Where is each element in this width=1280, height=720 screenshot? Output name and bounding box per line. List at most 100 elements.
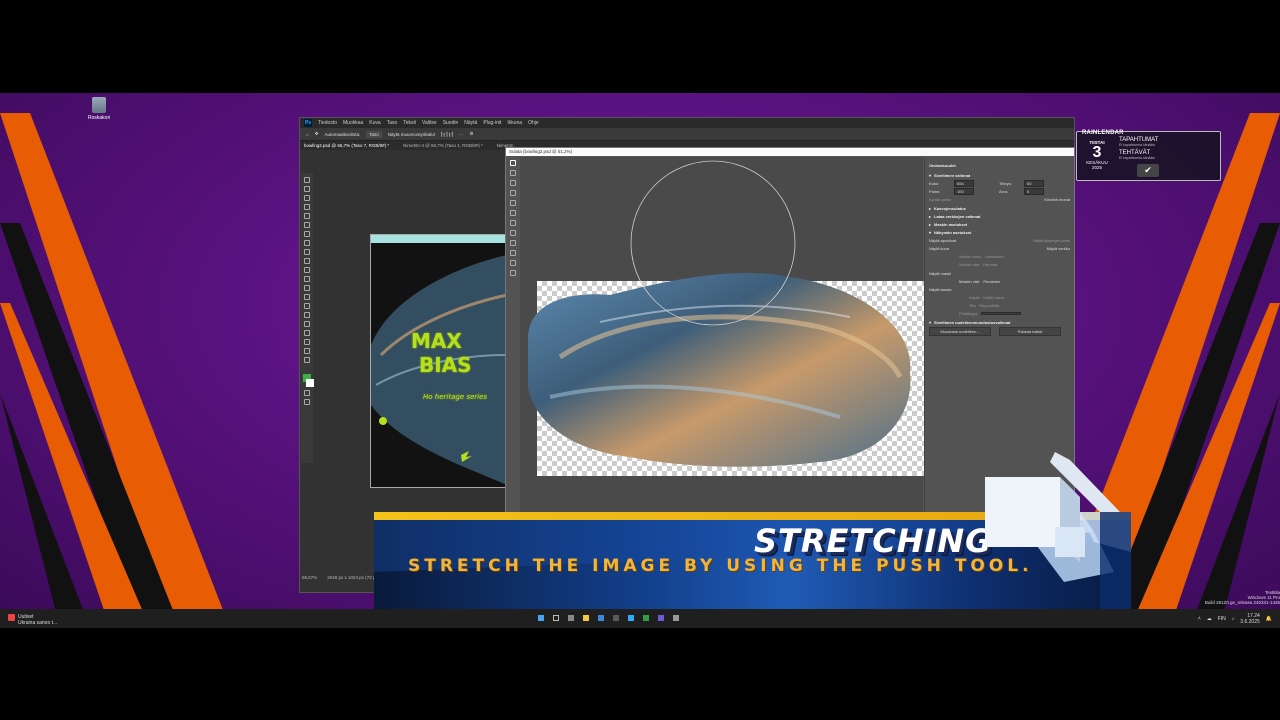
chevron-down-icon[interactable]: ▾: [929, 230, 931, 235]
show-image-checkbox[interactable]: Näytä kuva: [929, 246, 949, 251]
menu-item[interactable]: Ikkuna: [507, 120, 522, 126]
push-left-tool-icon[interactable]: [510, 220, 516, 226]
menu-item[interactable]: Ohje: [528, 120, 539, 126]
browser-icon[interactable]: [598, 615, 604, 621]
menu-item[interactable]: Suodin: [443, 120, 459, 126]
section-load-mesh[interactable]: Lataa verkkojen valinnat: [934, 214, 980, 219]
mesh-color-select[interactable]: Harmaa: [983, 262, 997, 267]
show-face-overlay-checkbox[interactable]: Näytä kasvojen peite: [1033, 238, 1070, 243]
home-icon[interactable]: ⌂: [306, 132, 309, 137]
section-view[interactable]: Näkymän asetukset: [934, 230, 971, 235]
move-tool-icon[interactable]: [304, 177, 310, 183]
freeze-mask-tool-icon[interactable]: [510, 230, 516, 236]
crop-tool-icon[interactable]: [304, 213, 310, 219]
mode-select[interactable]: Etupuolella: [979, 303, 999, 308]
quick-select-tool-icon[interactable]: [304, 204, 310, 210]
lasso-tool-icon[interactable]: [304, 195, 310, 201]
pin-edges-checkbox[interactable]: Kiinnitä reunat: [1044, 197, 1070, 202]
layer-select-dropdown[interactable]: Taso: [366, 130, 382, 138]
speaker-icon[interactable]: ♪: [1232, 616, 1235, 622]
calendar-date[interactable]: TIISTAI 3 KESÄKUU 2025: [1083, 140, 1111, 170]
gradient-tool-icon[interactable]: [304, 285, 310, 291]
chevron-right-icon[interactable]: ▸: [929, 222, 931, 227]
forward-warp-tool-icon[interactable]: [510, 160, 516, 166]
show-mask-checkbox[interactable]: Näytä maski: [929, 271, 951, 276]
menu-item[interactable]: Valitse: [422, 120, 437, 126]
search-icon[interactable]: [553, 615, 559, 621]
rate-field[interactable]: 0: [1024, 187, 1044, 195]
stylus-pressure-checkbox[interactable]: Kynän paine: [929, 197, 951, 202]
stamp-tool-icon[interactable]: [304, 258, 310, 264]
menu-item[interactable]: Plug-init: [483, 120, 501, 126]
quick-mask-icon[interactable]: [304, 390, 310, 396]
notification-bell-icon[interactable]: 🔔: [1266, 616, 1272, 622]
show-guides-checkbox[interactable]: Näytä apuviivat: [929, 238, 956, 243]
chevron-down-icon[interactable]: ▾: [929, 320, 931, 325]
section-reconstruct[interactable]: Siveltimen uudelleenmuodostusvalinnat: [934, 320, 1010, 325]
pucker-tool-icon[interactable]: [510, 200, 516, 206]
eraser-tool-icon[interactable]: [304, 276, 310, 282]
section-brush[interactable]: Siveltimen valinnat: [934, 173, 970, 178]
thaw-mask-tool-icon[interactable]: [510, 240, 516, 246]
tab-document[interactable]: bowling2.psd @ 66,7% (Taso 7, RGB/8#) *: [304, 143, 389, 148]
chevron-up-icon[interactable]: ˄: [1198, 616, 1201, 622]
dodge-tool-icon[interactable]: [304, 303, 310, 309]
eyedropper-tool-icon[interactable]: [304, 231, 310, 237]
face-tool-icon[interactable]: [510, 250, 516, 256]
chevron-down-icon[interactable]: ▾: [929, 173, 931, 178]
path-select-tool-icon[interactable]: [304, 330, 310, 336]
menu-item[interactable]: Kuva: [369, 120, 380, 126]
more-icon[interactable]: ···: [459, 132, 464, 137]
show-mesh-checkbox[interactable]: Näytä verkko: [1047, 246, 1070, 251]
section-mask[interactable]: Maskin asetukset: [934, 222, 967, 227]
photoshop-icon[interactable]: [628, 615, 634, 621]
clock[interactable]: 17.24 3.6.2025: [1240, 613, 1259, 625]
app-icon[interactable]: [673, 615, 679, 621]
hand-tool-icon[interactable]: [510, 260, 516, 266]
screen-mode-icon[interactable]: [304, 399, 310, 405]
shape-tool-icon[interactable]: [304, 339, 310, 345]
healing-tool-icon[interactable]: [304, 240, 310, 246]
frame-tool-icon[interactable]: [304, 222, 310, 228]
reconstruct-tool-icon[interactable]: [510, 170, 516, 176]
density-field[interactable]: 50: [1024, 179, 1044, 187]
app-icon[interactable]: [613, 615, 619, 621]
opacity-slider[interactable]: [981, 311, 1022, 315]
marquee-tool-icon[interactable]: [304, 186, 310, 192]
mask-color-select[interactable]: Punainen: [983, 279, 1000, 284]
gear-icon[interactable]: ⚙: [470, 131, 474, 137]
brush-tool-icon[interactable]: [304, 249, 310, 255]
menu-item[interactable]: Muokkaa: [343, 120, 363, 126]
chevron-right-icon[interactable]: ▸: [929, 206, 931, 211]
app-icon[interactable]: [658, 615, 664, 621]
history-brush-icon[interactable]: [304, 267, 310, 273]
document-canvas[interactable]: MAX BIAS Ho heritage series: [370, 234, 506, 488]
liquify-canvas[interactable]: [520, 157, 928, 513]
twirl-tool-icon[interactable]: [510, 190, 516, 196]
move-tool-icon[interactable]: ✥: [315, 131, 319, 137]
checkmark-icon[interactable]: ✔: [1137, 164, 1159, 177]
blur-tool-icon[interactable]: [304, 294, 310, 300]
tab-document[interactable]: Nimetön-3 @ 66,7% (Taso 1, RGB/8#) *: [403, 143, 483, 148]
cloud-icon[interactable]: ☁: [1207, 616, 1212, 622]
menu-item[interactable]: Teksti: [403, 120, 416, 126]
use-select[interactable]: Kaikki tasot: [983, 295, 1003, 300]
bloat-tool-icon[interactable]: [510, 210, 516, 216]
chevron-right-icon[interactable]: ▸: [929, 214, 931, 219]
app-icon[interactable]: [643, 615, 649, 621]
language-indicator[interactable]: FIN: [1218, 616, 1226, 622]
task-view-icon[interactable]: [568, 615, 574, 621]
show-backdrop-checkbox[interactable]: Näytä tausta: [929, 287, 951, 292]
reconstruct-button[interactable]: Muodosta uudelleen...: [929, 326, 991, 336]
mesh-size-select[interactable]: Keskisuuri: [985, 254, 1003, 259]
auto-select-checkbox[interactable]: Automaattivalinta:: [325, 132, 361, 137]
show-transform-checkbox[interactable]: Näytä muunnostyökalut: [388, 132, 435, 137]
size-field[interactable]: 654: [954, 179, 974, 187]
background-color-swatch[interactable]: [306, 379, 314, 387]
start-icon[interactable]: [538, 615, 544, 621]
pen-tool-icon[interactable]: [304, 312, 310, 318]
align-icons[interactable]: ⫿ ⫾ ⫿ ⫾ ⫿: [441, 132, 453, 137]
hand-tool-icon[interactable]: [304, 348, 310, 354]
zoom-level[interactable]: 66,67%: [302, 575, 317, 580]
restore-all-button[interactable]: Palauta kaikki: [999, 326, 1061, 336]
